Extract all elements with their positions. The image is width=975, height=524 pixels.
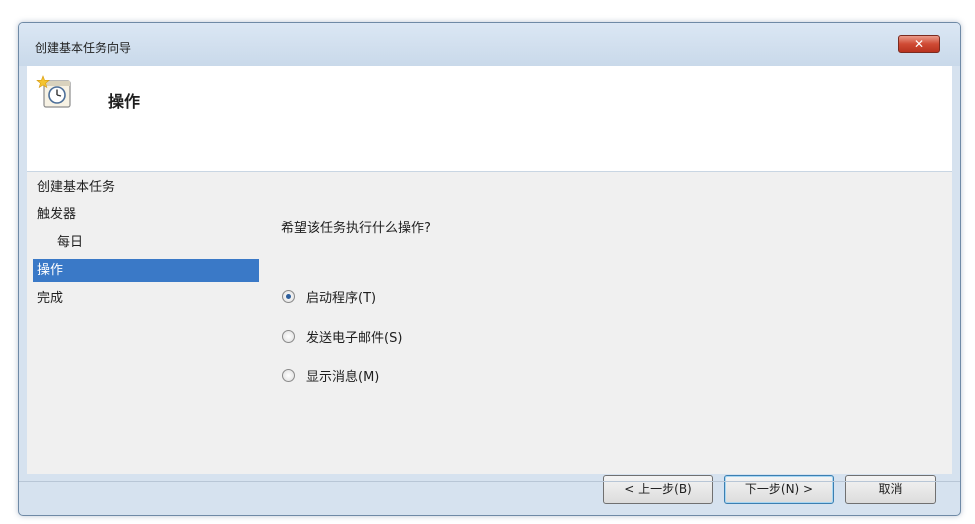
nav-item-finish: 完成	[37, 291, 64, 306]
nav-item-create-task: 创建基本任务	[37, 180, 116, 195]
back-button[interactable]: < 上一步(B)	[603, 475, 713, 504]
wizard-header: 操作	[27, 66, 952, 171]
radio-send-email[interactable]	[282, 329, 295, 343]
page-title: 操作	[108, 92, 141, 111]
nav-item-daily: 每日	[57, 235, 84, 250]
option-show-message[interactable]: 显示消息(M)	[282, 365, 379, 385]
question-label: 希望该任务执行什么操作?	[281, 221, 431, 236]
next-button[interactable]: 下一步(N) >	[724, 475, 834, 504]
nav-item-action: 操作	[33, 259, 259, 282]
radio-start-program[interactable]	[282, 289, 295, 303]
title-bar: 创建基本任务向导 ✕	[19, 23, 960, 66]
option-send-email[interactable]: 发送电子邮件(S)	[282, 326, 402, 346]
option-label: 启动程序(T)	[306, 290, 377, 306]
calendar-clock-icon	[36, 75, 71, 108]
close-icon: ✕	[913, 37, 925, 51]
nav-item-trigger: 触发器	[37, 207, 77, 222]
close-button[interactable]: ✕	[898, 35, 940, 53]
option-label: 显示消息(M)	[306, 369, 380, 385]
cancel-button[interactable]: 取消	[845, 475, 936, 504]
option-label: 发送电子邮件(S)	[306, 330, 403, 346]
bottom-divider	[19, 481, 960, 482]
option-start-program[interactable]: 启动程序(T)	[282, 286, 376, 306]
wizard-body: 创建基本任务 触发器 每日 操作 完成 希望该任务执行什么操作? 启动程序(T)…	[27, 172, 952, 504]
window-title: 创建基本任务向导	[35, 41, 132, 55]
radio-show-message[interactable]	[282, 368, 295, 382]
wizard-window: 创建基本任务向导 ✕ 操作 创建基本任务 触发器 每日 操作 完成 希望该任务执…	[18, 22, 961, 516]
